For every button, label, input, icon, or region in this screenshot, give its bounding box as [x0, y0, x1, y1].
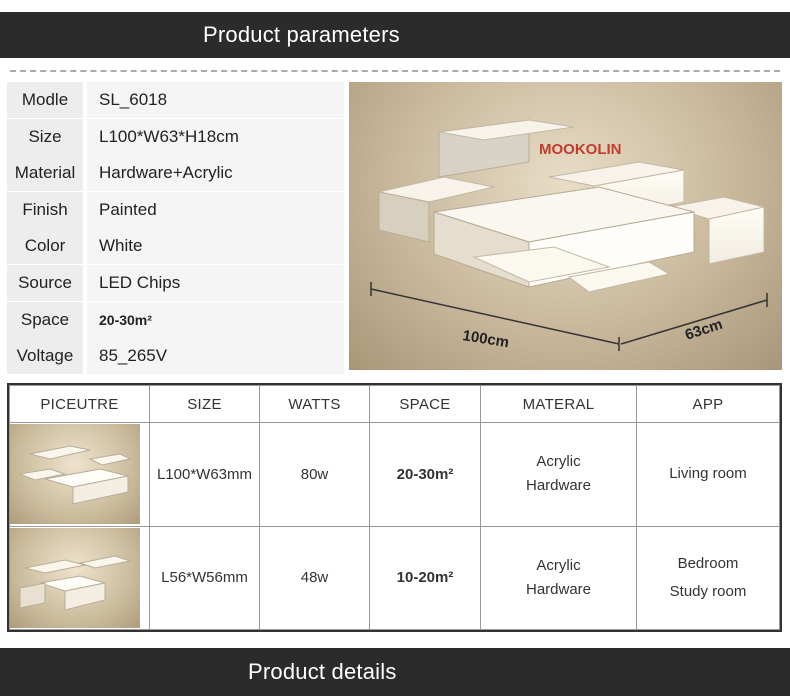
- table-row: L100*W63mm 80w 20-30m² Acrylic Hardware …: [9, 422, 780, 527]
- app-cell: Bedroom Study room: [636, 525, 780, 630]
- param-row: Finish Painted: [7, 191, 344, 228]
- column-header: SPACE: [369, 385, 481, 423]
- app-line: Bedroom: [677, 554, 739, 572]
- column-header: MATERAL: [480, 385, 637, 423]
- material-cell: Acrylic Hardware: [480, 422, 637, 527]
- param-label: Voltage: [7, 338, 83, 375]
- material-line: Hardware: [525, 580, 592, 598]
- header-banner: Product parameters: [0, 12, 790, 58]
- param-row: Source LED Chips: [7, 264, 344, 301]
- size-cell: L100*W63mm: [149, 422, 260, 527]
- param-row: Color White: [7, 228, 344, 265]
- param-label: Material: [7, 155, 83, 192]
- column-header: PICEUTRE: [9, 385, 150, 423]
- param-value: SL_6018: [87, 82, 344, 118]
- app-line: Study room: [669, 582, 747, 600]
- param-row: Voltage 85_265V: [7, 338, 344, 375]
- size-cell: L56*W56mm: [149, 525, 260, 630]
- column-header: WATTS: [259, 385, 370, 423]
- watts-cell: 48w: [259, 525, 370, 630]
- table-row: L56*W56mm 48w 10-20m² Acrylic Hardware B…: [9, 525, 780, 630]
- width-dimension-label: 63cm: [683, 316, 725, 344]
- param-value: Hardware+Acrylic: [87, 155, 344, 192]
- product-thumbnail: [10, 527, 140, 628]
- thumbnail-cell: [9, 422, 150, 527]
- space-cell: 20-30m²: [369, 422, 481, 527]
- param-value: 85_265V: [87, 338, 344, 375]
- material-cell: Acrylic Hardware: [480, 525, 637, 630]
- app-line: Living room: [669, 465, 747, 483]
- param-row: Modle SL_6018: [7, 82, 344, 118]
- thumbnail-cell: [9, 525, 150, 630]
- banner-title: Product details: [248, 659, 397, 684]
- app-cell: Living room: [636, 422, 780, 527]
- column-header: SIZE: [149, 385, 260, 423]
- param-row: Size L100*W63*H18cm: [7, 118, 344, 155]
- divider: [10, 70, 780, 72]
- param-value: Painted: [87, 191, 344, 228]
- param-value: 20-30m²: [87, 301, 344, 338]
- param-row: Material Hardware+Acrylic: [7, 155, 344, 192]
- watermark: MOOKOLIN: [539, 141, 622, 158]
- param-label: Space: [7, 301, 83, 338]
- param-label: Size: [7, 118, 83, 155]
- param-label: Modle: [7, 82, 83, 118]
- material-line: Hardware: [525, 477, 592, 495]
- param-value: LED Chips: [87, 264, 344, 301]
- length-dimension-label: 100cm: [461, 327, 510, 351]
- banner-title: Product parameters: [203, 22, 400, 47]
- product-photo: MOOKOLIN 100cm 63cm: [349, 82, 782, 370]
- product-thumbnail: [10, 424, 140, 525]
- material-line: Acrylic: [536, 556, 581, 574]
- watts-cell: 80w: [259, 422, 370, 527]
- footer-banner: Product details: [0, 648, 790, 696]
- table-header-row: PICEUTRE SIZE WATTS SPACE MATERAL APP: [9, 385, 780, 423]
- param-value: White: [87, 228, 344, 265]
- param-row: Space 20-30m²: [7, 301, 344, 338]
- param-label: Color: [7, 228, 83, 265]
- parameters-list: Modle SL_6018 Size L100*W63*H18cm Material…: [7, 82, 344, 375]
- ceiling-lamp-illustration: MOOKOLIN 100cm 63cm: [370, 119, 768, 351]
- column-header: APP: [636, 385, 780, 423]
- model-comparison-table: PICEUTRE SIZE WATTS SPACE MATERAL APP L1…: [7, 383, 782, 632]
- param-value: L100*W63*H18cm: [87, 118, 344, 155]
- material-line: Acrylic: [536, 453, 581, 471]
- space-cell: 10-20m²: [369, 525, 481, 630]
- param-label: Source: [7, 264, 83, 301]
- param-label: Finish: [7, 191, 83, 228]
